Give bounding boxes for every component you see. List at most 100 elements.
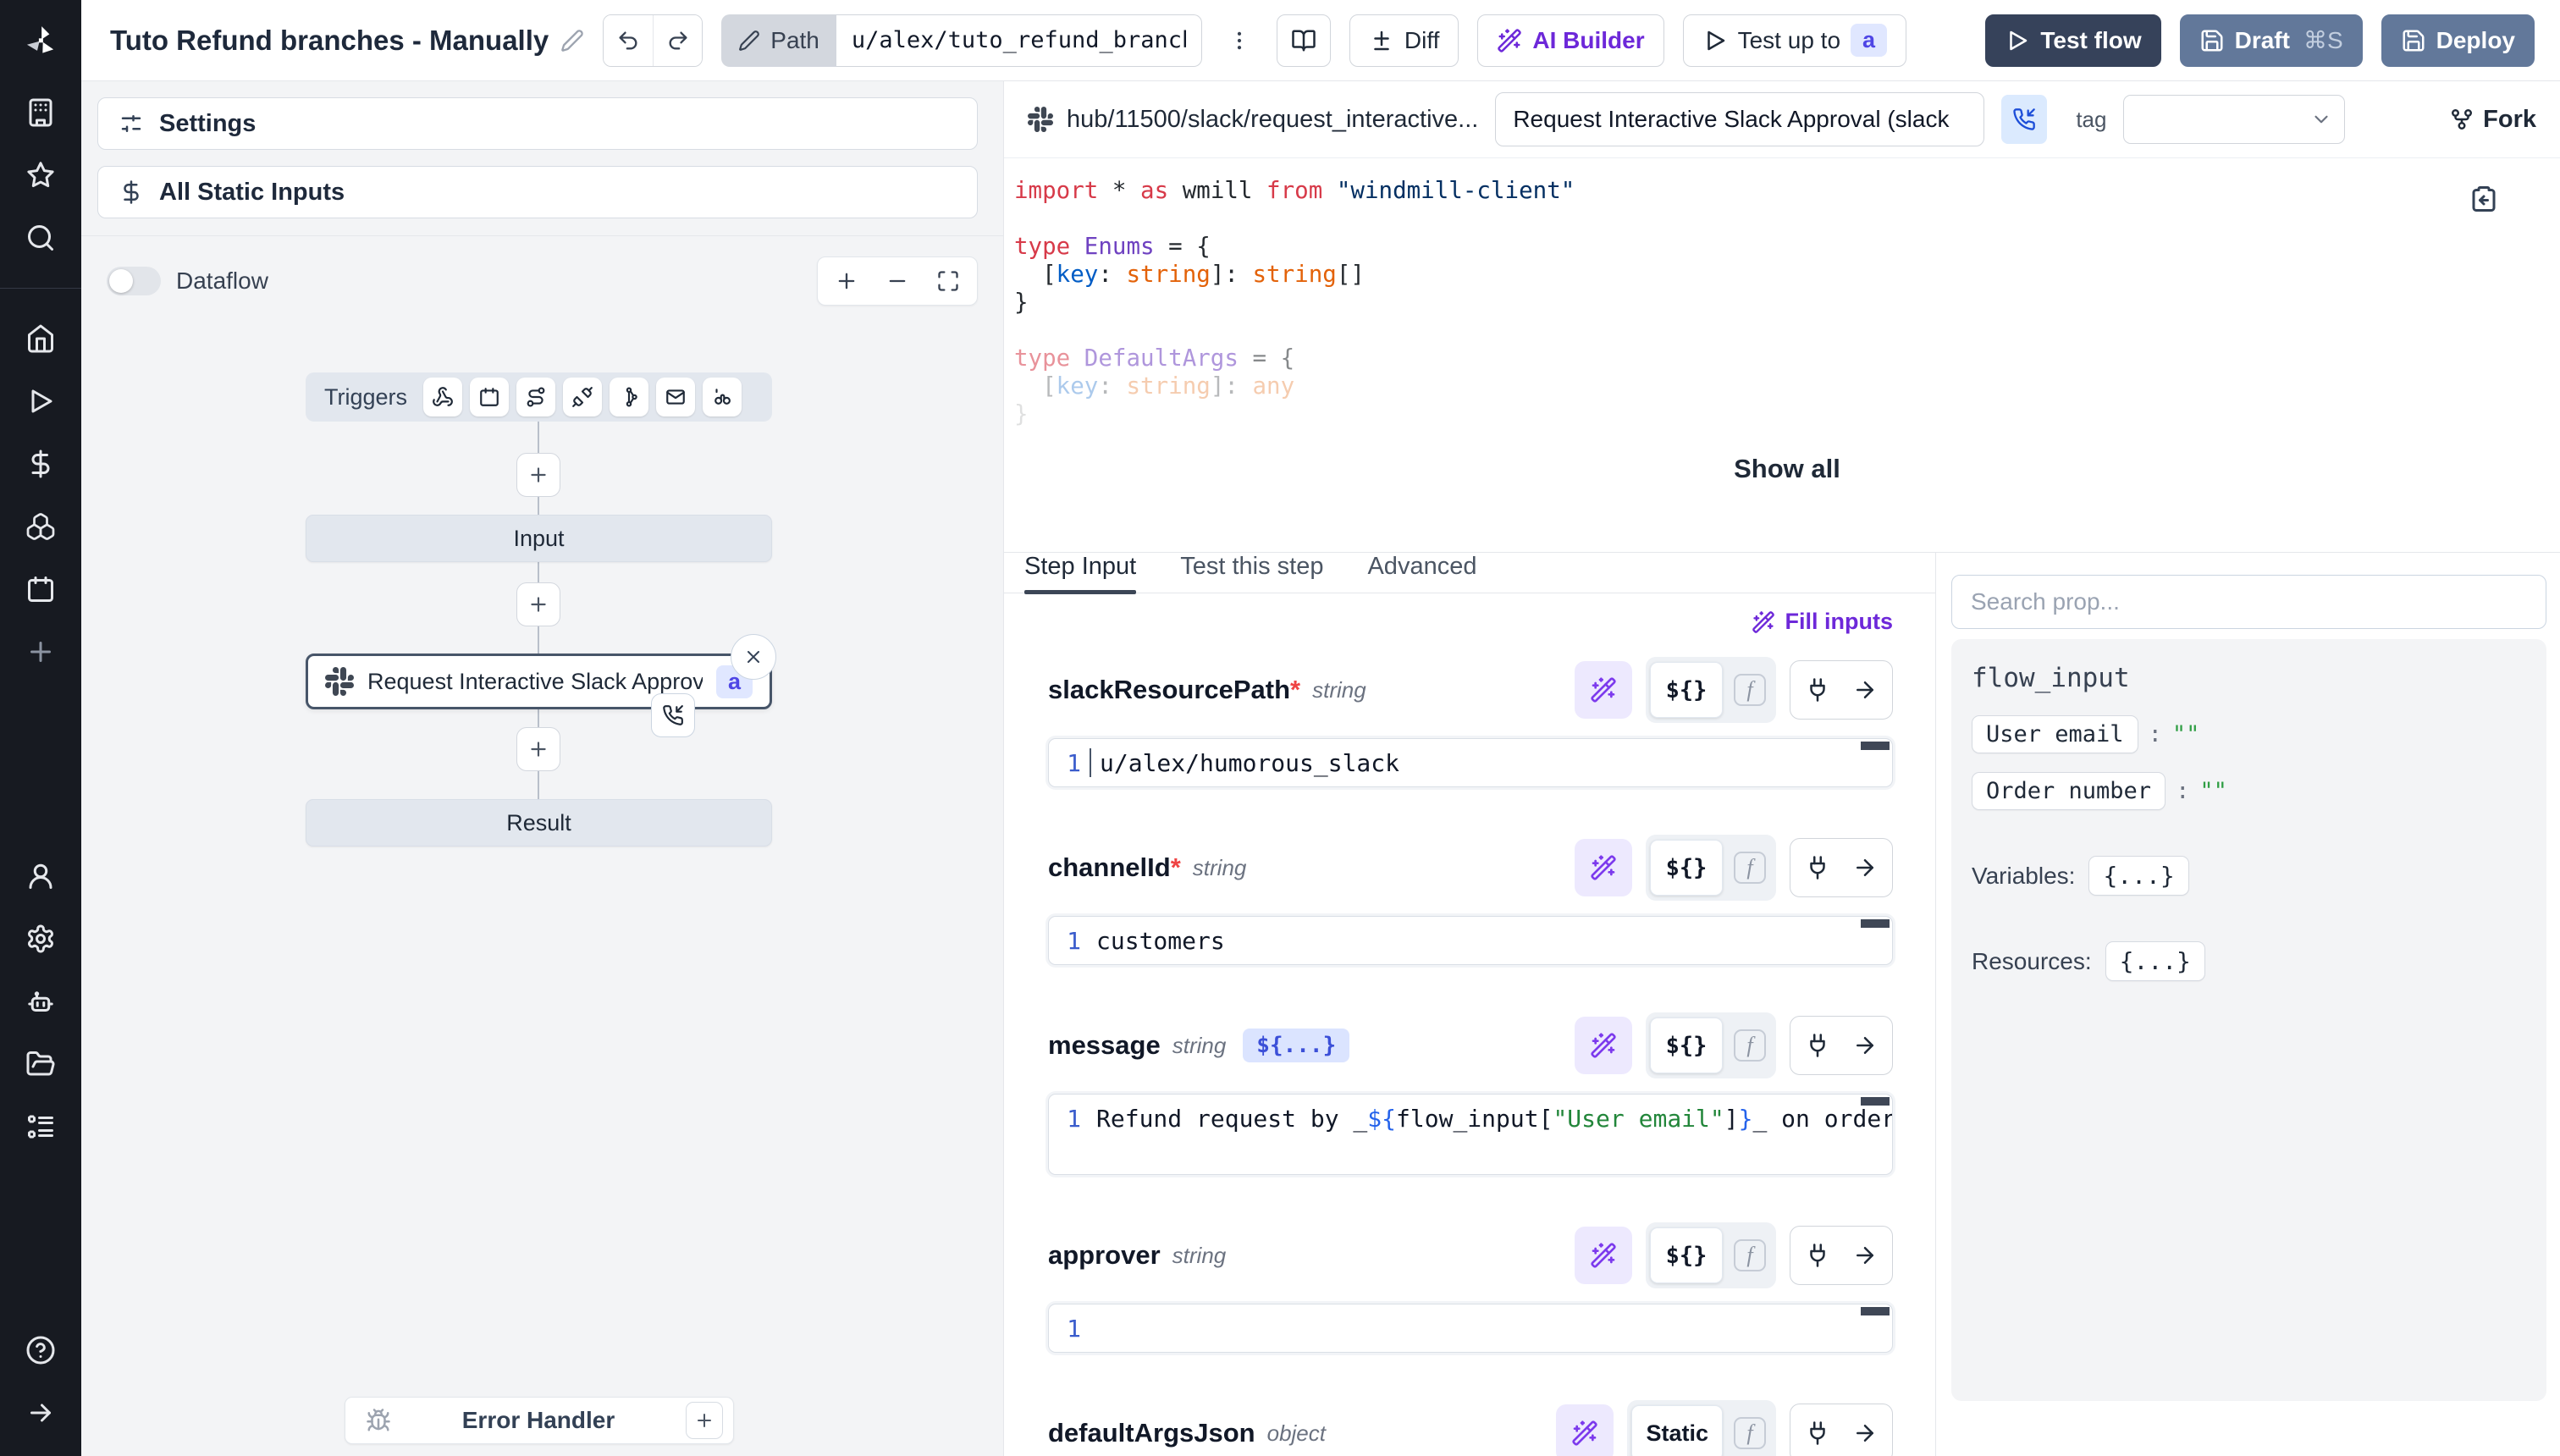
ai-fill-button[interactable] [1575, 1017, 1632, 1074]
arrow-right-icon[interactable] [1850, 675, 1880, 705]
plug-connect-icon[interactable] [1802, 1418, 1833, 1448]
variables-pill[interactable]: {...} [2088, 856, 2188, 896]
delete-step-button[interactable] [731, 634, 776, 680]
webhook-trigger-icon[interactable] [423, 378, 462, 416]
hub-script-link[interactable]: hub/11500/slack/request_interactive... [1028, 106, 1478, 134]
input-node[interactable]: Input [306, 515, 772, 562]
suspend-approval-badge[interactable] [651, 693, 695, 737]
plug-connect-icon[interactable] [1802, 675, 1833, 705]
template-mode-button[interactable]: ${} [1650, 1018, 1723, 1073]
windmill-logo-icon[interactable] [0, 0, 81, 81]
diff-button[interactable]: Diff [1349, 14, 1459, 67]
ai-fill-button[interactable] [1556, 1404, 1614, 1456]
apps-list-icon[interactable] [0, 1095, 81, 1158]
ai-builder-button[interactable]: AI Builder [1477, 14, 1663, 67]
show-all-button[interactable]: Show all [1014, 454, 2560, 484]
runs-play-icon[interactable] [0, 370, 81, 433]
value-editor[interactable]: 1Refund request by _${flow_input["User e… [1048, 1094, 1893, 1175]
docs-book-button[interactable] [1277, 14, 1331, 67]
resources-pill[interactable]: {...} [2105, 941, 2205, 981]
search-prop-input[interactable] [1951, 575, 2546, 629]
javascript-mode-button[interactable]: f [1728, 1239, 1772, 1271]
settings-gear-icon[interactable] [0, 907, 81, 970]
redo-button[interactable] [653, 15, 702, 66]
test-flow-button[interactable]: Test flow [1985, 14, 2160, 67]
http-route-trigger-icon[interactable] [516, 378, 555, 416]
schedules-calendar-icon[interactable] [0, 558, 81, 620]
resources-boxes-icon[interactable] [0, 495, 81, 558]
editor-scrollbar[interactable] [1861, 742, 1890, 750]
fork-button[interactable]: Fork [2449, 106, 2536, 134]
variables-dollar-icon[interactable] [0, 433, 81, 495]
ai-fill-button[interactable] [1575, 661, 1632, 719]
settings-button[interactable]: Settings [97, 97, 978, 150]
ai-fill-button[interactable] [1575, 1227, 1632, 1284]
value-editor[interactable]: 1customers [1048, 916, 1893, 965]
workspace-icon[interactable] [0, 81, 81, 144]
javascript-mode-button[interactable]: f [1728, 1029, 1772, 1062]
template-mode-button[interactable]: ${} [1650, 662, 1723, 718]
fill-inputs-button[interactable]: Fill inputs [1752, 609, 1894, 635]
favorites-star-icon[interactable] [0, 144, 81, 207]
plug-connect-icon[interactable] [1802, 1030, 1833, 1061]
tab-test-this-step[interactable]: Test this step [1180, 553, 1323, 593]
edit-title-pencil-icon[interactable] [560, 29, 584, 52]
form-scroll-area[interactable]: Fill inputs slackResourcePath* string [1004, 593, 1935, 1456]
arrow-right-icon[interactable] [1850, 1030, 1880, 1061]
step-name-input[interactable] [1495, 92, 1984, 146]
error-handler-node[interactable]: Error Handler [345, 1397, 734, 1444]
arrow-right-icon[interactable] [1850, 1418, 1880, 1448]
user-icon[interactable] [0, 845, 81, 907]
tab-step-input[interactable]: Step Input [1024, 553, 1136, 593]
slack-approval-node[interactable]: Request Interactive Slack Approval (... … [306, 654, 772, 709]
home-icon[interactable] [0, 307, 81, 370]
template-mode-button[interactable]: ${} [1650, 840, 1723, 896]
zoom-in-button[interactable] [833, 267, 860, 295]
deploy-button[interactable]: Deploy [2381, 14, 2535, 67]
add-step-plus-button[interactable] [516, 453, 560, 497]
template-mode-button[interactable]: ${} [1650, 1227, 1723, 1283]
tag-select[interactable] [2123, 95, 2345, 144]
result-node[interactable]: Result [306, 799, 772, 847]
path-chip[interactable]: Path [721, 14, 836, 67]
poll-trigger-icon[interactable] [703, 378, 742, 416]
add-step-plus-button[interactable] [516, 582, 560, 626]
javascript-mode-button[interactable]: f [1728, 1417, 1772, 1449]
editor-scrollbar[interactable] [1861, 919, 1890, 928]
value-editor[interactable]: 1u/alex/humorous_slack [1048, 738, 1893, 787]
ai-fill-button[interactable] [1575, 839, 1632, 896]
workers-robot-icon[interactable] [0, 970, 81, 1033]
code-editor[interactable]: import * as wmill from "windmill-client"… [1004, 158, 2560, 553]
arrow-right-icon[interactable] [1850, 1240, 1880, 1271]
plug-connect-icon[interactable] [1802, 1240, 1833, 1271]
undo-button[interactable] [604, 15, 653, 66]
static-mode-button[interactable]: Static [1631, 1405, 1723, 1456]
draft-button[interactable]: Draft ⌘S [2180, 14, 2363, 67]
search-icon[interactable] [0, 207, 81, 269]
value-editor[interactable]: 1 [1048, 1304, 1893, 1353]
arrow-right-icon[interactable] [1850, 852, 1880, 883]
all-static-inputs-button[interactable]: All Static Inputs [97, 166, 978, 218]
editor-scrollbar[interactable] [1861, 1097, 1890, 1106]
zoom-out-button[interactable] [884, 267, 911, 295]
suspend-approval-button[interactable] [2001, 95, 2047, 144]
prop-key-pill[interactable]: Order number [1972, 772, 2166, 810]
javascript-mode-button[interactable]: f [1728, 674, 1772, 706]
folders-icon[interactable] [0, 1033, 81, 1095]
collapse-arrow-icon[interactable] [0, 1382, 81, 1444]
copy-code-clipboard-icon[interactable] [2469, 184, 2502, 218]
dataflow-toggle[interactable] [107, 267, 161, 295]
add-step-plus-button[interactable] [516, 727, 560, 771]
triggers-node[interactable]: Triggers [306, 372, 772, 422]
add-error-handler-button[interactable] [686, 1402, 723, 1439]
kafka-trigger-icon[interactable] [610, 378, 648, 416]
tab-advanced[interactable]: Advanced [1367, 553, 1476, 593]
help-icon[interactable] [0, 1319, 81, 1382]
add-plus-icon[interactable] [0, 620, 81, 683]
websocket-trigger-icon[interactable] [563, 378, 602, 416]
fit-view-button[interactable] [935, 267, 962, 295]
prop-key-pill[interactable]: User email [1972, 715, 2138, 753]
test-up-to-button[interactable]: Test up to a [1683, 14, 1906, 67]
editor-scrollbar[interactable] [1861, 1307, 1890, 1315]
plug-connect-icon[interactable] [1802, 852, 1833, 883]
